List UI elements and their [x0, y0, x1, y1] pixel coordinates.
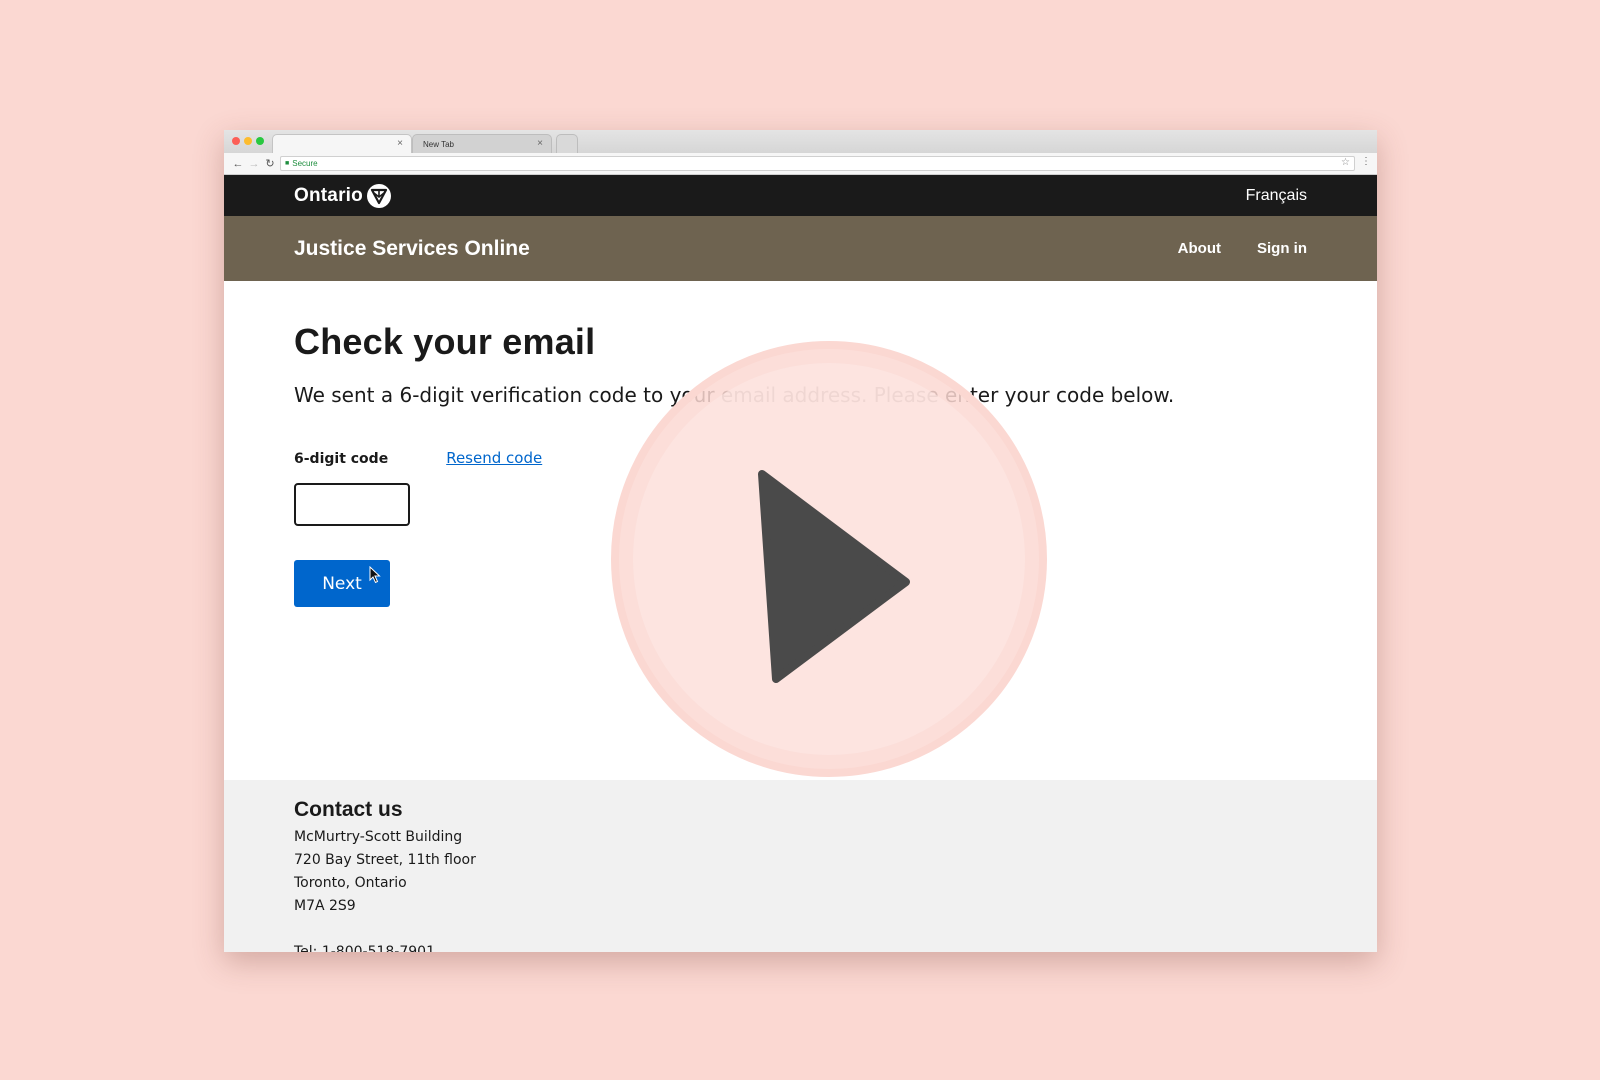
address-line: Toronto, Ontario: [294, 875, 407, 891]
resend-code-link[interactable]: Resend code: [446, 449, 542, 467]
service-title[interactable]: Justice Services Online: [294, 237, 530, 261]
web-page: Ontario Français Justice Services Online…: [224, 175, 1377, 952]
address-line: 720 Bay Street, 11th floor: [294, 852, 476, 868]
minimize-window-button[interactable]: [244, 137, 252, 145]
nav-sign-in-link[interactable]: Sign in: [1257, 240, 1307, 257]
close-window-button[interactable]: [232, 137, 240, 145]
mouse-cursor-icon: [369, 566, 381, 584]
close-icon[interactable]: ×: [537, 138, 543, 149]
browser-window: × New Tab × ← → ↻ ■ Secure ☆ ⋮ Ontario F…: [224, 130, 1377, 952]
video-play-icon[interactable]: [604, 334, 1054, 784]
reload-icon[interactable]: ↻: [262, 157, 278, 170]
new-tab-button[interactable]: [556, 134, 578, 153]
bookmark-star-icon[interactable]: ☆: [1341, 157, 1350, 168]
trillium-icon: [366, 183, 391, 208]
ontario-logo-text: Ontario: [294, 184, 363, 206]
tab-strip: × New Tab ×: [224, 130, 1377, 153]
code-field-label: 6-digit code: [294, 451, 389, 467]
service-header: Justice Services Online About Sign in: [224, 216, 1377, 281]
nav-about-link[interactable]: About: [1178, 240, 1221, 257]
back-arrow-icon[interactable]: ←: [230, 158, 246, 170]
verification-code-input[interactable]: [294, 483, 410, 526]
browser-menu-icon[interactable]: ⋮: [1361, 157, 1371, 167]
tab-label: New Tab: [423, 139, 454, 149]
address-line: McMurtry-Scott Building: [294, 829, 463, 845]
address-bar[interactable]: ■ Secure ☆: [280, 156, 1355, 171]
main-content: Check your email We sent a 6-digit verif…: [224, 281, 1377, 780]
lock-icon: ■: [285, 160, 290, 167]
browser-tab-active[interactable]: ×: [272, 134, 412, 153]
window-controls: [232, 137, 264, 145]
close-icon[interactable]: ×: [397, 138, 403, 149]
address-line: M7A 2S9: [294, 898, 356, 914]
language-toggle-link[interactable]: Français: [1246, 187, 1307, 205]
forward-arrow-icon[interactable]: →: [246, 158, 262, 170]
maximize-window-button[interactable]: [256, 137, 264, 145]
ontario-logo[interactable]: Ontario: [294, 183, 391, 208]
browser-tab-new-tab[interactable]: New Tab ×: [412, 134, 552, 153]
telephone-text: Tel: 1-800-518-7901: [294, 944, 435, 952]
footer: Contact us McMurtry-Scott Building 720 B…: [224, 780, 1377, 952]
service-nav: About Sign in: [1178, 240, 1307, 257]
ontario-header: Ontario Français: [224, 175, 1377, 216]
contact-heading: Contact us: [294, 798, 403, 821]
security-label: Secure: [292, 159, 318, 168]
browser-toolbar: ← → ↻ ■ Secure ☆ ⋮: [224, 153, 1377, 175]
